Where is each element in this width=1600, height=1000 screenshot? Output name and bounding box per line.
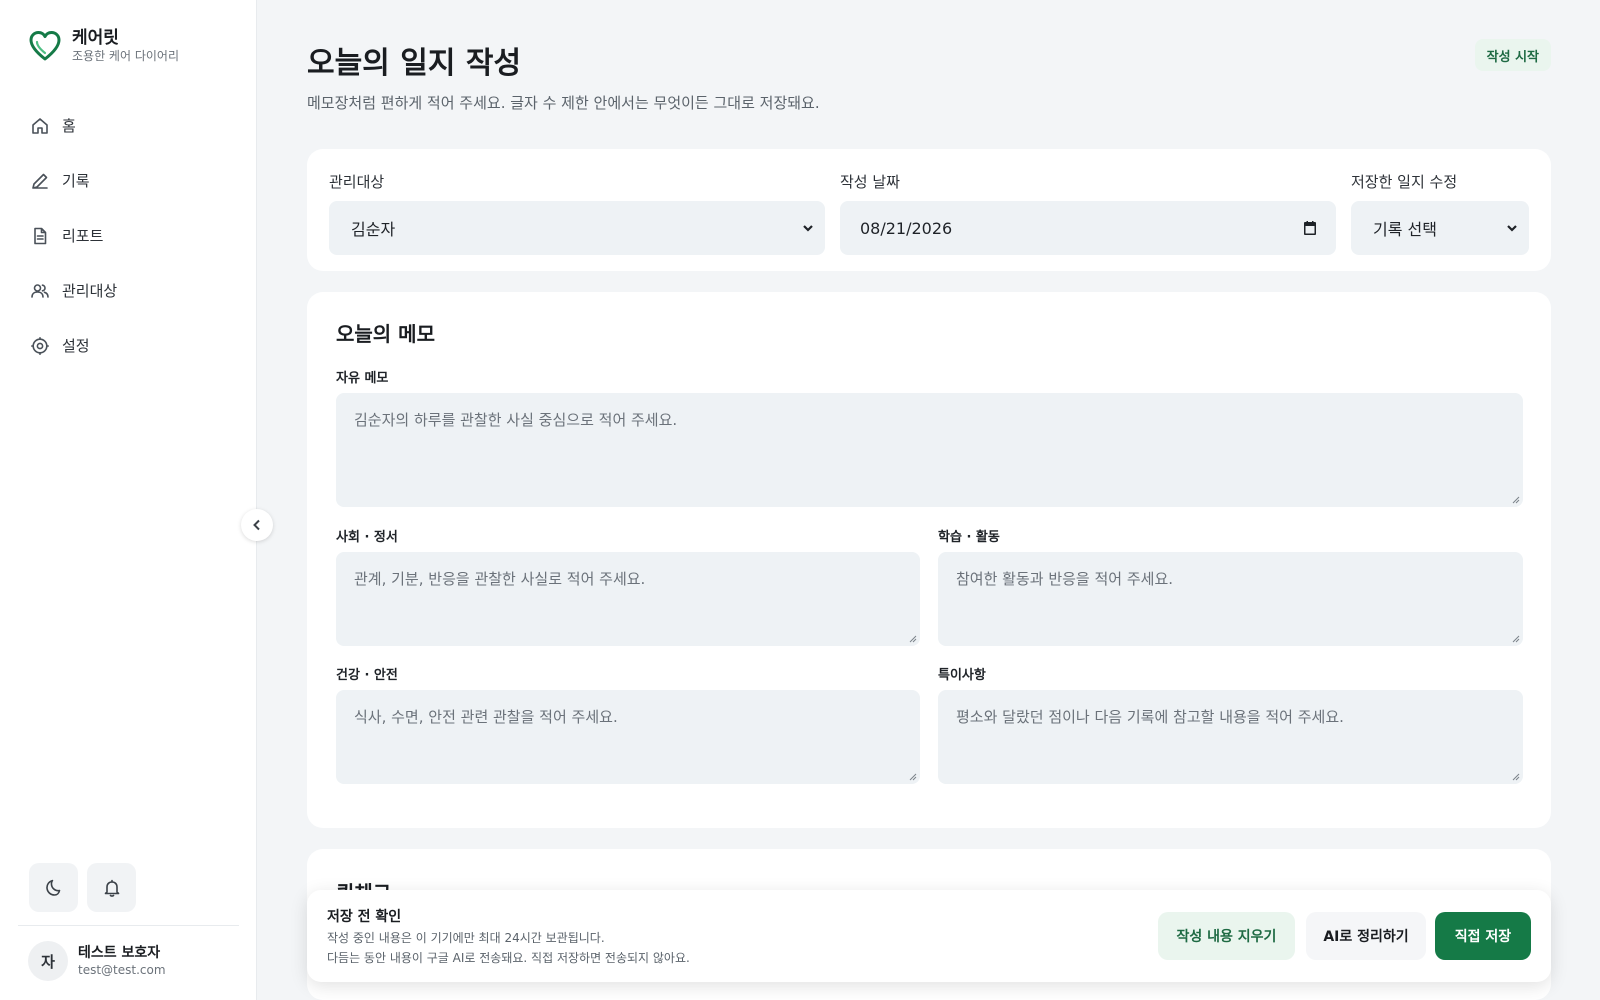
brand-tagline: 조용한 케어 다이어리 xyxy=(72,49,179,63)
subject-select[interactable]: 김순자 xyxy=(329,201,825,255)
sidebar-item-label: 리포트 xyxy=(62,227,104,245)
sidebar: 케어릿 조용한 케어 다이어리 홈 기록 리포트 관리대상 설정 자 테스트 보… xyxy=(0,0,257,1000)
resize-handle-icon[interactable] xyxy=(1510,494,1520,504)
collapse-sidebar-button[interactable] xyxy=(241,509,273,541)
brand[interactable]: 케어릿 조용한 케어 다이어리 xyxy=(28,28,179,64)
subject-label: 관리대상 xyxy=(329,173,385,191)
page-title: 오늘의 일지 작성 xyxy=(307,46,522,81)
brand-name: 케어릿 xyxy=(72,28,119,48)
date-input[interactable]: 08/21/2026 xyxy=(840,201,1336,255)
sidebar-item-label: 설정 xyxy=(62,337,90,355)
memo-title: 오늘의 메모 xyxy=(336,322,435,346)
banner-notice-ai: 다듬는 동안 내용이 구글 AI로 전송돼요. 직접 저장하면 전송되지 않아요… xyxy=(327,951,690,965)
save-confirmation-banner: 저장 전 확인 작성 중인 내용은 이 기기에만 최대 24시간 보관됩니다. … xyxy=(307,890,1551,982)
sidebar-nav: 홈 기록 리포트 관리대상 설정 xyxy=(20,98,237,373)
health-textarea[interactable]: 식사, 수면, 안전 관련 관찰을 적어 주세요. xyxy=(336,690,920,784)
sidebar-item-subjects[interactable]: 관리대상 xyxy=(20,263,237,318)
social-textarea[interactable]: 관계, 기분, 반응을 관찰한 사실로 적어 주세요. xyxy=(336,552,920,646)
clear-draft-button[interactable]: 작성 내용 지우기 xyxy=(1158,912,1295,960)
date-label: 작성 날짜 xyxy=(840,173,900,191)
sidebar-item-records[interactable]: 기록 xyxy=(20,153,237,208)
free-memo-textarea[interactable]: 김순자의 하루를 관찰한 사실 중심으로 적어 주세요. xyxy=(336,393,1523,507)
resize-handle-icon[interactable] xyxy=(907,771,917,781)
dark-mode-button[interactable] xyxy=(29,863,78,912)
user-profile[interactable]: 자 테스트 보호자 test@test.com xyxy=(28,941,166,981)
user-name: 테스트 보호자 xyxy=(78,945,161,961)
notifications-button[interactable] xyxy=(87,863,136,912)
resize-handle-icon[interactable] xyxy=(1510,771,1520,781)
page-subtitle: 메모장처럼 편하게 적어 주세요. 글자 수 제한 안에서는 무엇이든 그대로 … xyxy=(307,94,820,112)
calendar-icon[interactable] xyxy=(1302,220,1318,236)
free-memo-placeholder: 김순자의 하루를 관찰한 사실 중심으로 적어 주세요. xyxy=(354,411,678,429)
pencil-icon xyxy=(32,173,48,189)
notes-placeholder: 평소와 달랐던 점이나 다음 기록에 참고할 내용을 적어 주세요. xyxy=(956,708,1344,726)
social-placeholder: 관계, 기분, 반응을 관찰한 사실로 적어 주세요. xyxy=(354,570,646,588)
learning-placeholder: 참여한 활동과 반응을 적어 주세요. xyxy=(956,570,1174,588)
memo-card: 오늘의 메모 자유 메모 김순자의 하루를 관찰한 사실 중심으로 적어 주세요… xyxy=(307,292,1551,828)
date-input-value: 08/21/2026 xyxy=(860,218,953,238)
chevron-left-icon xyxy=(253,519,260,531)
resize-handle-icon[interactable] xyxy=(1510,633,1520,643)
sidebar-item-label: 홈 xyxy=(62,117,76,135)
users-icon xyxy=(31,283,49,298)
notes-textarea[interactable]: 평소와 달랐던 점이나 다음 기록에 참고할 내용을 적어 주세요. xyxy=(938,690,1523,784)
sidebar-divider xyxy=(18,925,239,926)
gear-icon xyxy=(31,336,49,355)
resize-handle-icon[interactable] xyxy=(907,633,917,643)
moon-icon xyxy=(45,879,60,896)
sidebar-item-home[interactable]: 홈 xyxy=(20,98,237,153)
chevron-down-icon xyxy=(803,225,813,232)
health-label: 건강 · 안전 xyxy=(336,668,398,683)
journal-settings-card: 관리대상 김순자 작성 날짜 08/21/2026 저장한 일지 수정 기록 선… xyxy=(307,149,1551,271)
sidebar-item-label: 관리대상 xyxy=(62,282,118,300)
home-icon xyxy=(32,117,48,134)
date-field-group: 작성 날짜 08/21/2026 xyxy=(840,169,1336,255)
edit-record-select-value: 기록 선택 xyxy=(1373,220,1437,239)
bell-icon xyxy=(104,879,119,897)
sidebar-item-settings[interactable]: 설정 xyxy=(20,318,237,373)
main-content: 오늘의 일지 작성 메모장처럼 편하게 적어 주세요. 글자 수 제한 안에서는… xyxy=(307,0,1551,1000)
banner-title: 저장 전 확인 xyxy=(327,909,402,925)
chevron-down-icon xyxy=(1507,225,1517,232)
subject-field-group: 관리대상 김순자 xyxy=(329,169,825,255)
edit-record-select[interactable]: 기록 선택 xyxy=(1351,201,1529,255)
ai-organize-button[interactable]: AI로 정리하기 xyxy=(1306,912,1426,960)
learning-textarea[interactable]: 참여한 활동과 반응을 적어 주세요. xyxy=(938,552,1523,646)
avatar: 자 xyxy=(28,941,68,981)
banner-notice-storage: 작성 중인 내용은 이 기기에만 최대 24시간 보관됩니다. xyxy=(327,931,605,945)
edit-record-field-group: 저장한 일지 수정 기록 선택 xyxy=(1351,169,1529,255)
sidebar-item-report[interactable]: 리포트 xyxy=(20,208,237,263)
free-memo-label: 자유 메모 xyxy=(336,371,389,386)
user-email: test@test.com xyxy=(78,963,166,977)
health-placeholder: 식사, 수면, 안전 관련 관찰을 적어 주세요. xyxy=(354,708,618,726)
document-icon xyxy=(34,227,47,244)
learning-label: 학습 · 활동 xyxy=(938,530,1000,545)
edit-record-label: 저장한 일지 수정 xyxy=(1351,173,1458,191)
subject-select-value: 김순자 xyxy=(351,220,396,239)
heart-logo-icon xyxy=(29,31,61,61)
status-badge: 작성 시작 xyxy=(1474,39,1551,71)
direct-save-button[interactable]: 직접 저장 xyxy=(1435,912,1531,960)
sidebar-item-label: 기록 xyxy=(62,172,90,190)
social-label: 사회 · 정서 xyxy=(336,530,398,545)
notes-label: 특이사항 xyxy=(938,668,986,683)
